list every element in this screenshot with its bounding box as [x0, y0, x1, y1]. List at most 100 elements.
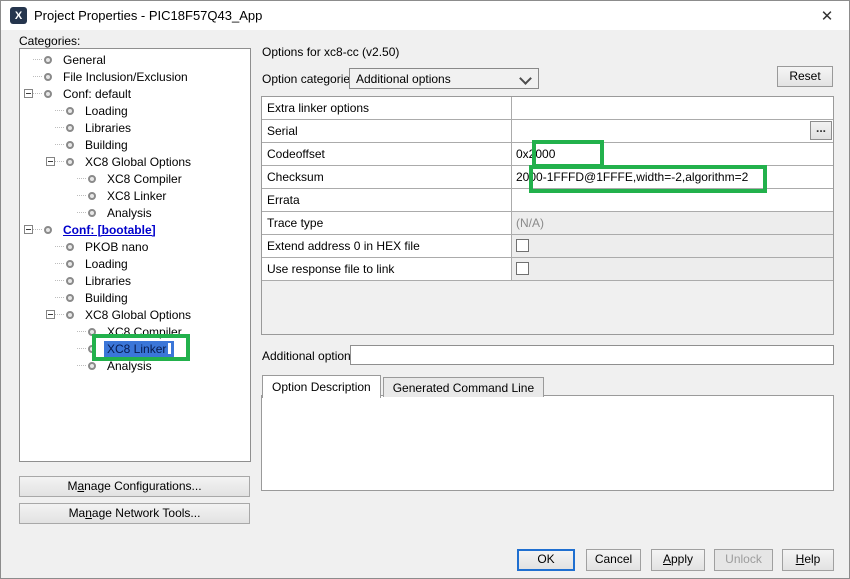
tree-item-general[interactable]: General — [20, 51, 250, 68]
tree-item-building[interactable]: Building — [20, 289, 250, 306]
extra-linker-options-value[interactable] — [512, 97, 833, 119]
title-bar: X Project Properties - PIC18F57Q43_App ✕ — [1, 1, 849, 30]
tree-connector-line — [33, 229, 42, 230]
tree-item-xc8-linker[interactable]: XC8 Linker — [20, 187, 250, 204]
property-name: Extend address 0 in HEX file — [262, 235, 512, 257]
tree-item-xc8-global-options[interactable]: XC8 Global Options — [20, 306, 250, 323]
category-node-icon — [88, 345, 96, 353]
tree-collapse-icon[interactable] — [24, 89, 33, 98]
tree-item-xc8-compiler[interactable]: XC8 Compiler — [20, 170, 250, 187]
option-categories-selected-value: Additional options — [356, 72, 451, 86]
category-node-icon — [88, 209, 96, 217]
unlock-button: Unlock — [714, 549, 773, 571]
tree-connector-line — [55, 144, 64, 145]
tree-item-libraries[interactable]: Libraries — [20, 119, 250, 136]
category-node-icon — [44, 90, 52, 98]
window-title: Project Properties - PIC18F57Q43_App — [34, 8, 262, 23]
tree-item-building[interactable]: Building — [20, 136, 250, 153]
option-categories-label: Option categories: — [262, 72, 359, 86]
property-row-use-response-file-to-link: Use response file to link — [262, 258, 833, 281]
tree-connector-line — [55, 246, 64, 247]
errata-value[interactable] — [512, 189, 833, 211]
tree-collapse-icon[interactable] — [46, 310, 55, 319]
tree-item-analysis[interactable]: Analysis — [20, 204, 250, 221]
extend-address-0-in-hex-file-value — [512, 235, 833, 257]
tree-connector-line — [77, 195, 86, 196]
property-row-codeoffset: Codeoffset0x2000 — [262, 143, 833, 166]
tree-item-label: Building — [82, 137, 131, 153]
tree-connector-line — [55, 297, 64, 298]
tab-generated-command-line[interactable]: Generated Command Line — [383, 377, 544, 397]
tree-item-loading[interactable]: Loading — [20, 255, 250, 272]
property-name: Errata — [262, 189, 512, 211]
tree-item-file-inclusion-exclusion[interactable]: File Inclusion/Exclusion — [20, 68, 250, 85]
property-name: Codeoffset — [262, 143, 512, 165]
use-response-file-to-link-checkbox[interactable] — [516, 262, 529, 275]
tree-item-label: Loading — [82, 256, 131, 272]
tree-item-xc8-global-options[interactable]: XC8 Global Options — [20, 153, 250, 170]
property-name: Trace type — [262, 212, 512, 234]
manage-configurations-button[interactable]: Manage Configurations... — [19, 476, 250, 497]
option-categories-select[interactable]: Additional options — [349, 68, 539, 89]
categories-tree: GeneralFile Inclusion/ExclusionConf: def… — [19, 48, 251, 462]
category-node-icon — [66, 277, 74, 285]
codeoffset-value[interactable]: 0x2000 — [512, 143, 833, 165]
category-node-icon — [66, 260, 74, 268]
tree-connector-line — [33, 93, 42, 94]
tree-item-label: Conf: [bootable] — [60, 222, 159, 238]
linker-options-table: Extra linker optionsSerial...Codeoffset0… — [261, 96, 834, 335]
additional-options-input[interactable] — [350, 345, 834, 365]
tree-item-label: PKOB nano — [82, 239, 151, 255]
categories-label: Categories: — [19, 34, 80, 48]
cancel-button[interactable]: Cancel — [586, 549, 641, 571]
category-node-icon — [44, 73, 52, 81]
tree-connector-line — [77, 331, 86, 332]
project-properties-dialog: X Project Properties - PIC18F57Q43_App ✕… — [0, 0, 850, 579]
tree-item-xc8-compiler[interactable]: XC8 Compiler — [20, 323, 250, 340]
property-name: Use response file to link — [262, 258, 512, 280]
property-name: Checksum — [262, 166, 512, 188]
tree-item-label: Conf: default — [60, 86, 134, 102]
tree-collapse-icon[interactable] — [46, 157, 55, 166]
property-name: Extra linker options — [262, 97, 512, 119]
serial-value[interactable]: ... — [512, 120, 833, 142]
tree-item-loading[interactable]: Loading — [20, 102, 250, 119]
apply-button[interactable]: Apply — [651, 549, 705, 571]
trace-type-value: (N/A) — [512, 212, 833, 234]
tree-item-pkob-nano[interactable]: PKOB nano — [20, 238, 250, 255]
ok-button[interactable]: OK — [517, 549, 575, 571]
tree-connector-line — [77, 348, 86, 349]
checksum-value[interactable]: 2000-1FFFD@1FFFE,width=-2,algorithm=2 — [512, 166, 833, 188]
category-node-icon — [44, 56, 52, 64]
tree-collapse-icon[interactable] — [24, 225, 33, 234]
tree-connector-line — [55, 110, 64, 111]
category-node-icon — [88, 175, 96, 183]
tree-item-label: Analysis — [104, 358, 155, 374]
tree-item-conf-bootable[interactable]: Conf: [bootable] — [20, 221, 250, 238]
tree-item-label: XC8 Global Options — [82, 307, 194, 323]
tab-option-description[interactable]: Option Description — [262, 375, 381, 398]
tree-connector-line — [55, 161, 64, 162]
additional-options-label: Additional options: — [262, 349, 360, 363]
extend-address-0-in-hex-file-checkbox[interactable] — [516, 239, 529, 252]
tree-connector-line — [33, 76, 42, 77]
category-node-icon — [44, 226, 52, 234]
property-row-extend-address-0-in-hex-file: Extend address 0 in HEX file — [262, 235, 833, 258]
tree-item-libraries[interactable]: Libraries — [20, 272, 250, 289]
close-icon[interactable]: ✕ — [818, 7, 836, 25]
chevron-down-icon — [519, 72, 532, 85]
property-row-extra-linker-options: Extra linker options — [262, 97, 833, 120]
manage-network-tools-button[interactable]: Manage Network Tools... — [19, 503, 250, 524]
tree-item-analysis[interactable]: Analysis — [20, 357, 250, 374]
category-node-icon — [66, 311, 74, 319]
tree-item-xc8-linker[interactable]: XC8 Linker — [20, 340, 250, 357]
option-description-panel — [261, 395, 834, 491]
category-node-icon — [66, 107, 74, 115]
tree-connector-line — [55, 263, 64, 264]
tree-item-conf-default[interactable]: Conf: default — [20, 85, 250, 102]
category-node-icon — [66, 124, 74, 132]
help-button[interactable]: Help — [782, 549, 834, 571]
tree-item-label: Loading — [82, 103, 131, 119]
reset-button[interactable]: Reset — [777, 66, 833, 87]
serial-browse-button[interactable]: ... — [810, 121, 832, 140]
